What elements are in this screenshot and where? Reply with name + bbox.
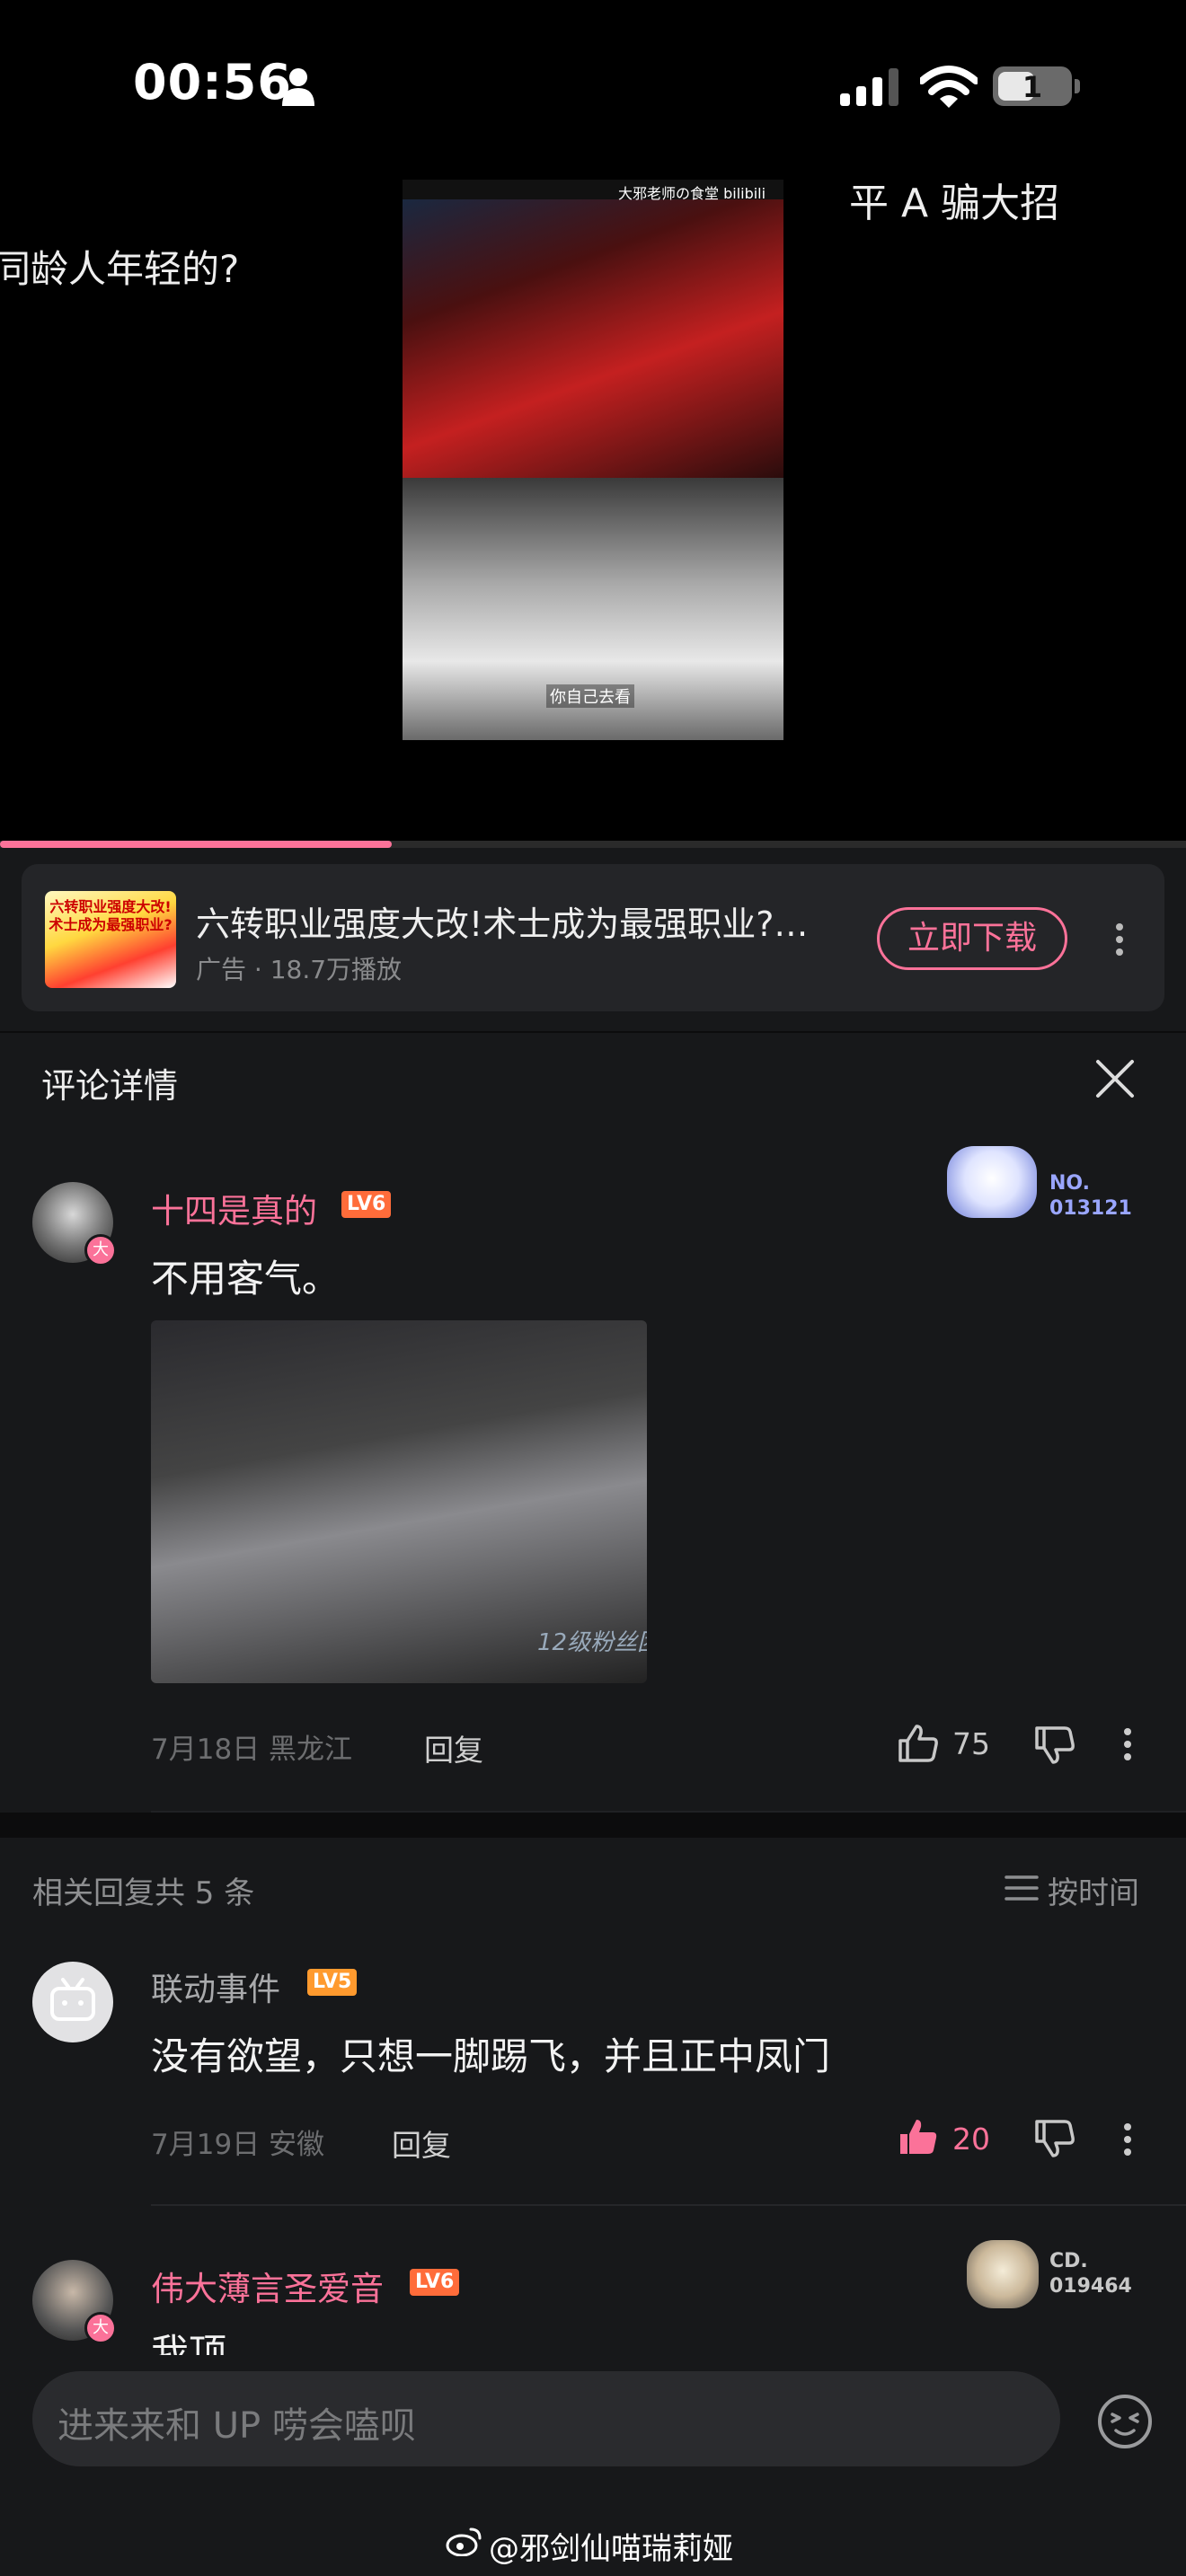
video-caption-right: 平 A 骗大招	[849, 181, 1060, 226]
fan-medal-number: NO. 013121	[1049, 1171, 1132, 1222]
thumbs-down-icon[interactable]	[1033, 1725, 1076, 1766]
ad-download-button[interactable]: 立即下载	[877, 907, 1067, 970]
weibo-watermark: @邪剑仙喵瑞莉娅	[489, 2531, 733, 2567]
reply-text: 我顶	[151, 2331, 227, 2355]
more-icon[interactable]	[1114, 1726, 1141, 1762]
comment-text: 不用客气。	[151, 1257, 341, 1301]
fan-medal-label: NO.	[1049, 1172, 1090, 1195]
thumbs-up-icon[interactable]	[897, 1723, 940, 1764]
fan-medal-value: 013121	[1049, 1197, 1132, 1220]
comment-image-caption: 12级粉丝团 =房管+	[537, 1629, 647, 1656]
avatar[interactable]	[32, 1962, 113, 2042]
video-player[interactable]: 大邪老师の食堂 bilibili 你自己去看	[403, 180, 783, 740]
comment-meta: 7月18日 黑龙江	[151, 1734, 353, 1766]
ad-thumbnail-text: 六转职业强度大改! 术士成为最强职业?	[49, 898, 173, 933]
divider	[151, 2204, 1186, 2206]
status-time: 00:56	[133, 54, 292, 110]
vip-badge: 大	[84, 1234, 117, 1266]
sort-by-time-button[interactable]: 按时间	[1048, 1868, 1139, 1912]
comment-username[interactable]: 十四是真的	[151, 1184, 317, 1232]
battery-indicator: 1	[993, 66, 1072, 106]
fan-medal-image	[947, 1146, 1037, 1218]
battery-nub	[1075, 79, 1080, 93]
reply-username[interactable]: 伟大薄言圣爱音	[151, 2262, 384, 2310]
section-gap	[0, 1813, 1186, 1838]
reply-username[interactable]: 联动事件	[151, 1963, 280, 2010]
wifi-icon	[920, 66, 978, 108]
like-count: 20	[952, 2122, 990, 2157]
fan-medal-image	[967, 2240, 1039, 2308]
level-badge: LV6	[410, 2269, 460, 2296]
like-count: 75	[952, 1726, 990, 1761]
sort-icon[interactable]	[1005, 1872, 1039, 1904]
fan-medal-label: CD.	[1049, 2250, 1088, 2272]
thumbs-down-icon[interactable]	[1033, 2118, 1076, 2159]
comment-image[interactable]: 12级粉丝团 =房管+	[151, 1320, 647, 1683]
replies-count-header: 相关回复共 5 条	[32, 1875, 255, 1911]
video-progress-fill	[0, 841, 392, 848]
video-watermark: 大邪老师の食堂 bilibili	[618, 185, 766, 202]
person-icon	[282, 68, 314, 106]
level-badge: LV6	[341, 1191, 392, 1218]
close-icon[interactable]	[1094, 1058, 1136, 1099]
reply-button[interactable]: 回复	[424, 1726, 483, 1769]
ad-meta: 广告 · 18.7万播放	[196, 955, 403, 984]
battery-level: 1	[1022, 70, 1043, 104]
weibo-icon	[446, 2527, 482, 2556]
comment-input-placeholder[interactable]: 进来来和 UP 唠会嗑呗	[58, 2396, 416, 2448]
reply-meta: 7月19日 安徽	[151, 2129, 325, 2161]
thumbs-up-icon[interactable]	[897, 2116, 940, 2157]
reply-button[interactable]: 回复	[392, 2122, 451, 2165]
more-icon[interactable]	[1102, 920, 1137, 959]
video-subtitle: 你自己去看	[546, 684, 634, 708]
emoji-icon[interactable]	[1096, 2393, 1154, 2450]
fan-medal-value: 019464	[1049, 2275, 1132, 2298]
divider	[0, 1031, 1186, 1033]
ad-thumbnail[interactable]: 六转职业强度大改! 术士成为最强职业?	[45, 891, 176, 988]
signal-icon	[840, 68, 898, 106]
video-caption-left: 同龄人年轻的?	[0, 247, 240, 291]
more-icon[interactable]	[1114, 2122, 1141, 2157]
video-frame-game	[403, 199, 783, 478]
level-badge: LV5	[307, 1969, 358, 1996]
vip-badge: 大	[84, 2312, 117, 2344]
ad-title[interactable]: 六转职业强度大改!术士成为最强职业?…	[196, 896, 843, 946]
fan-medal-number: CD. 019464	[1049, 2249, 1132, 2299]
bilibili-tv-icon	[50, 1978, 95, 2021]
comment-detail-title: 评论详情	[41, 1066, 179, 1106]
reply-text: 没有欲望，只想一脚踢飞，并且正中凤门	[151, 2034, 831, 2078]
